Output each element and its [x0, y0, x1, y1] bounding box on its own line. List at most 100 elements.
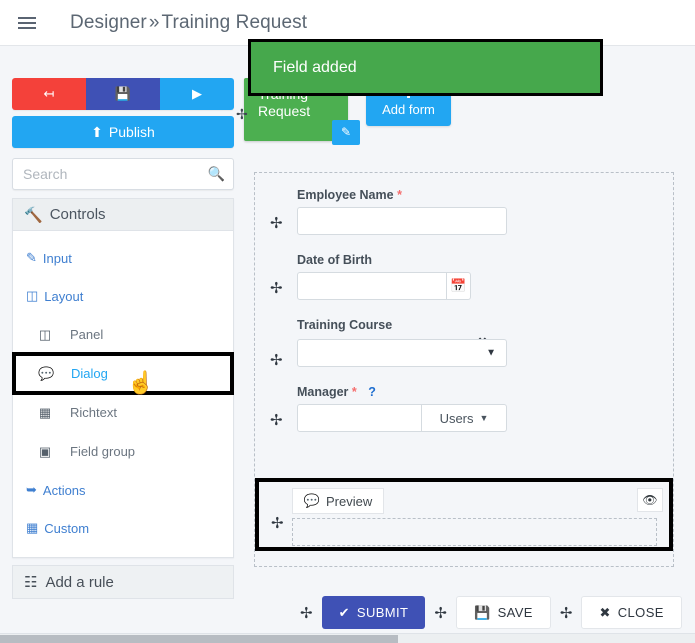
training-course-select[interactable]: ▼ — [297, 339, 507, 367]
edit-square-icon: ✎ — [26, 250, 37, 265]
sidebar-item-dialog-label: Dialog — [71, 366, 108, 381]
close-button[interactable]: ✖ CLOSE — [581, 596, 682, 629]
hamburger-icon[interactable] — [8, 21, 46, 24]
sidebar-item-richtext[interactable]: ▦ Richtext — [13, 393, 233, 432]
move-icon[interactable]: ✢ — [300, 604, 313, 622]
sidebar-group-layout-label: Layout — [44, 288, 84, 304]
employee-name-input[interactable] — [297, 207, 507, 235]
designer-action-buttons: ↤ 💾 ▶ — [12, 78, 234, 110]
move-icon[interactable]: ✢ — [270, 214, 283, 232]
designer-page: Designer» Training Request ↤ 💾 ▶ ⬆ Publis… — [0, 0, 695, 643]
dialog-control-block[interactable]: ✢ 💬 Preview 👁 — [255, 478, 673, 551]
sidebar-group-input-label: Input — [42, 250, 72, 266]
columns-icon: ◫ — [26, 288, 39, 303]
pointing-hand-cursor: ☝ — [127, 370, 155, 395]
form-field-employee-name: Employee Name * ✢ — [255, 188, 673, 235]
sidebar-item-field-group-label: Field group — [70, 444, 136, 459]
sidebar-group-custom-label: Custom — [44, 520, 90, 536]
preview-button-label: Preview — [325, 493, 373, 509]
required-asterisk: * — [397, 188, 402, 202]
breadcrumb-current: Training Request — [161, 11, 308, 33]
form-field-date-of-birth: Date of Birth ✢ 📅 — [255, 253, 673, 300]
move-icon[interactable]: ✢ — [270, 411, 283, 429]
sidebar-group-layout[interactable]: ◫ Layout — [13, 277, 233, 315]
toast-notification: Field added — [248, 39, 603, 96]
form-field-date-of-birth-label: Date of Birth — [297, 253, 673, 267]
check-icon: ✔ — [338, 604, 350, 620]
exit-icon[interactable]: ↤ — [12, 78, 86, 110]
form-field-training-course-label: Training Course — [297, 318, 673, 332]
add-a-rule-label: Add a rule — [45, 573, 114, 591]
publish-button[interactable]: ⬆ Publish — [12, 116, 234, 148]
breadcrumb: Designer» Training Request — [70, 12, 307, 34]
panel-columns-icon: ◫ — [38, 326, 52, 342]
speech-bubble-icon: 💬 — [303, 493, 320, 508]
search-icon[interactable]: 🔍 — [208, 166, 225, 183]
form-field-employee-name-label: Employee Name * — [297, 188, 673, 202]
date-of-birth-input[interactable] — [297, 272, 447, 300]
sidebar-item-panel[interactable]: ◫ Panel — [13, 315, 233, 354]
play-icon[interactable]: ▶ — [160, 78, 234, 110]
form-footer-buttons: ✢ ✔ SUBMIT ✢ 💾 SAVE ✢ ✖ CLOSE — [300, 596, 682, 629]
calendar-icon[interactable]: 📅 — [447, 272, 471, 300]
sidebar-group-input[interactable]: ✎ Input — [13, 239, 233, 277]
label-text: Date of Birth — [297, 253, 372, 267]
question-mark-icon[interactable]: ? — [368, 385, 376, 399]
sidebar-group-actions[interactable]: ➥ Actions — [13, 471, 233, 509]
add-form-label: Add form — [382, 102, 435, 117]
move-icon[interactable]: ✢ — [434, 604, 447, 622]
speech-bubble-icon: 💬 — [38, 365, 55, 381]
sidebar-item-richtext-label: Richtext — [70, 405, 117, 420]
submit-button-label: SUBMIT — [356, 605, 409, 620]
caret-down-icon: ▼ — [479, 413, 489, 423]
publish-button-label: Publish — [108, 124, 155, 140]
manager-input[interactable] — [297, 404, 422, 432]
breadcrumb-root[interactable]: Designer — [70, 12, 147, 33]
search-input[interactable] — [13, 159, 233, 189]
form-field-manager-label: Manager * ? — [297, 385, 673, 399]
save-button-label: SAVE — [497, 605, 533, 620]
eye-slash-icon[interactable]: 👁 — [637, 488, 663, 512]
controls-panel-title: Controls — [49, 206, 106, 223]
pencil-icon[interactable]: ✎ — [332, 120, 360, 145]
move-icon[interactable]: ✢ — [560, 604, 573, 622]
sidebar-group-actions-label: Actions — [42, 482, 86, 498]
preview-button[interactable]: 💬 Preview — [292, 488, 384, 514]
users-dropdown-label: Users — [439, 410, 474, 426]
caret-down-icon: ▼ — [486, 347, 496, 359]
upload-icon: ⬆ — [91, 123, 103, 140]
move-icon[interactable]: ✢ — [236, 106, 248, 123]
scrollbar-thumb[interactable] — [0, 635, 398, 643]
field-group-icon: ▣ — [38, 443, 52, 459]
horizontal-scrollbar[interactable] — [0, 633, 695, 643]
move-icon[interactable]: ✢ — [270, 279, 283, 297]
users-dropdown-button[interactable]: Users ▼ — [422, 404, 507, 432]
sidebar-item-field-group[interactable]: ▣ Field group — [13, 432, 233, 471]
dialog-drop-area[interactable] — [292, 518, 657, 546]
label-text: Training Course — [297, 318, 393, 332]
controls-tree: ✎ Input ◫ Layout ◫ Panel 💬 Dialog ▦ Rich… — [12, 231, 234, 557]
floppy-disk-icon[interactable]: 💾 — [86, 78, 160, 110]
breadcrumb-separator-icon: » — [148, 11, 160, 33]
toast-message: Field added — [273, 58, 357, 76]
custom-block-icon: ▦ — [26, 520, 39, 535]
controls-panel: 🔨 Controls ✎ Input ◫ Layout ◫ Panel 💬 Di… — [12, 198, 234, 558]
sidebar-item-dialog[interactable]: 💬 Dialog — [12, 352, 234, 395]
floppy-disk-icon: 💾 — [473, 604, 491, 620]
close-x-icon: ✖ — [599, 604, 611, 620]
close-button-label: CLOSE — [617, 605, 664, 620]
sidebar-group-custom[interactable]: ▦ Custom — [13, 509, 233, 547]
controls-panel-header: 🔨 Controls — [13, 199, 233, 231]
add-a-rule-button[interactable]: ☷ Add a rule — [12, 565, 234, 599]
move-icon[interactable]: ✢ — [270, 351, 283, 369]
label-text: Manager — [297, 385, 349, 399]
left-sidebar: ↤ 💾 ▶ ⬆ Publish 🔍 🔨 Controls ✎ Input — [12, 78, 234, 599]
search-box[interactable]: 🔍 — [12, 158, 234, 190]
form-field-training-course: Training Course ✖ ✢ ▼ — [255, 318, 673, 369]
richtext-icon: ▦ — [38, 404, 52, 420]
hammer-icon: 🔨 — [24, 206, 43, 224]
move-icon[interactable]: ✢ — [271, 514, 284, 532]
required-asterisk: * — [351, 385, 357, 399]
save-button[interactable]: 💾 SAVE — [455, 596, 551, 629]
submit-button[interactable]: ✔ SUBMIT — [321, 596, 426, 629]
